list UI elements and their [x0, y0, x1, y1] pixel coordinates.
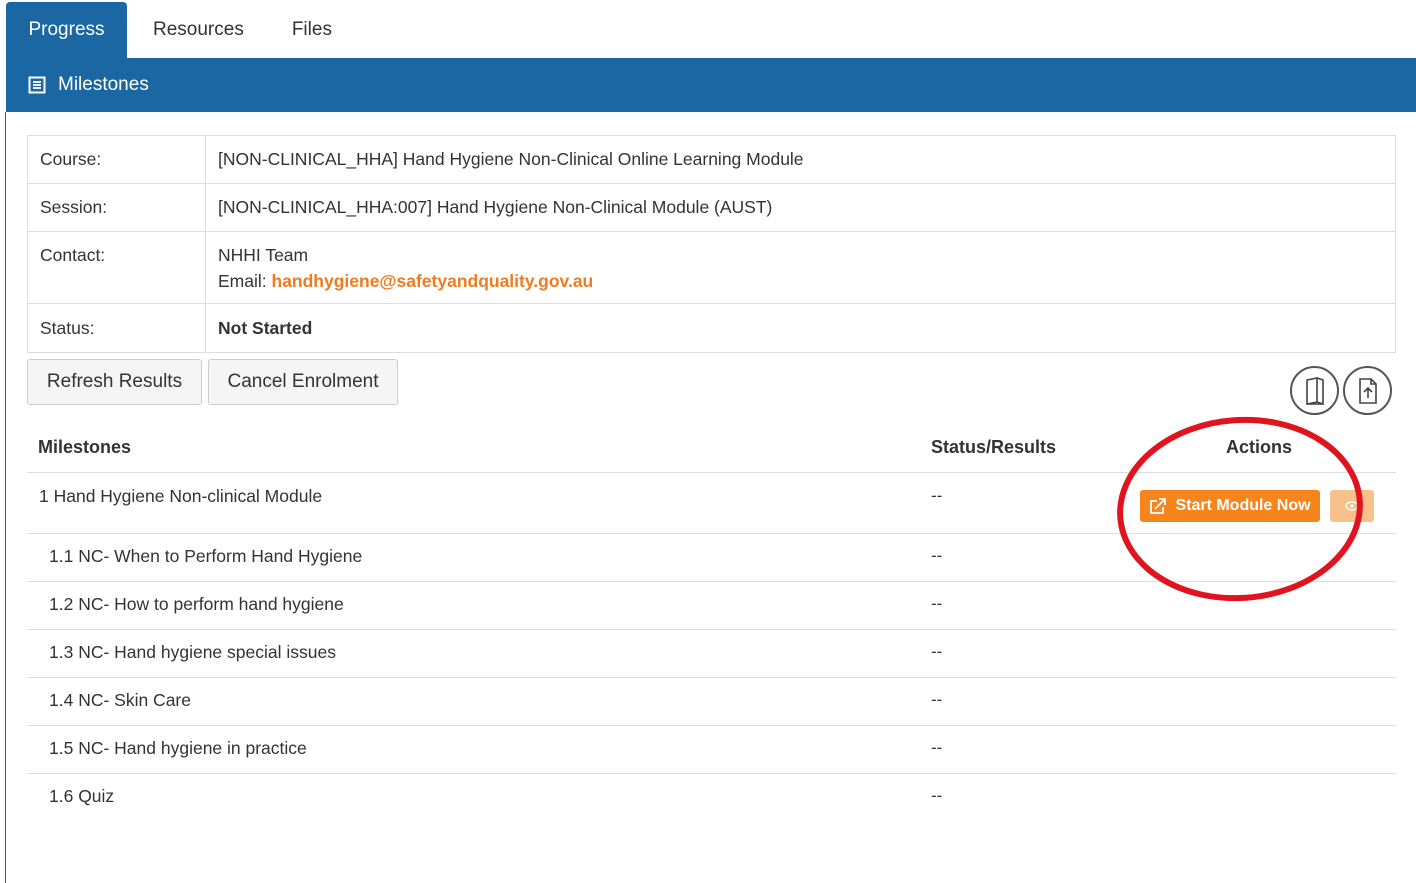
milestone-row-1-3: 1.3 NC- Hand hygiene special issues — [49, 642, 336, 662]
tab-progress[interactable]: Progress — [6, 2, 127, 59]
start-module-label: Start Module Now — [1175, 497, 1311, 514]
list-icon — [28, 76, 46, 94]
refresh-results-button[interactable]: Refresh Results — [27, 359, 202, 405]
milestone-status-1-6: -- — [931, 786, 943, 805]
panel-header: Milestones — [6, 58, 1416, 112]
view-module-button[interactable] — [1330, 490, 1374, 522]
milestone-status-1-1: -- — [931, 546, 943, 565]
milestone-row-1-2: 1.2 NC- How to perform hand hygiene — [49, 594, 344, 614]
session-label: Session: — [27, 183, 206, 232]
status-text: Not Started — [218, 318, 313, 338]
course-label: Course: — [27, 135, 206, 184]
row-divider — [27, 629, 1396, 630]
status-label: Status: — [27, 303, 206, 353]
milestone-status-1-5: -- — [931, 738, 943, 757]
row-divider — [27, 533, 1396, 534]
milestone-row-1: 1 Hand Hygiene Non-clinical Module — [39, 486, 323, 506]
email-link[interactable]: handhygiene@safetyandquality.gov.au — [272, 271, 594, 291]
row-divider — [27, 581, 1396, 582]
tab-bar: Progress Resources Files — [6, 2, 332, 59]
contact-value: NHHI Team Email: handhygiene@safetyandqu… — [205, 231, 1396, 304]
start-module-button[interactable]: Start Module Now — [1140, 490, 1320, 522]
external-link-icon — [1150, 498, 1167, 514]
panel-title: Milestones — [58, 74, 149, 95]
milestone-row-1-5: 1.5 NC- Hand hygiene in practice — [49, 738, 307, 758]
status-results-header: Status/Results — [931, 437, 1057, 457]
contact-email-line: Email: handhygiene@safetyandquality.gov.… — [218, 268, 1383, 294]
upload-button[interactable] — [1343, 366, 1392, 415]
tab-files[interactable]: Files — [292, 2, 332, 59]
course-info-table: Course: [NON-CLINICAL_HHA] Hand Hygiene … — [27, 135, 1396, 353]
milestone-status-1-4: -- — [931, 690, 943, 709]
eye-icon — [1345, 501, 1359, 511]
contact-label: Contact: — [27, 231, 206, 304]
milestone-status-1: -- — [931, 486, 943, 505]
cancel-enrolment-button[interactable]: Cancel Enrolment — [208, 359, 398, 405]
row-divider — [27, 472, 1396, 473]
contact-name: NHHI Team — [218, 245, 309, 265]
tab-resources[interactable]: Resources — [153, 2, 244, 59]
session-value: [NON-CLINICAL_HHA:007] Hand Hygiene Non-… — [205, 183, 1396, 232]
milestones-header: Milestones — [38, 437, 132, 457]
email-label: Email: — [218, 271, 267, 291]
status-value: Not Started — [205, 303, 1396, 353]
row-divider — [27, 725, 1396, 726]
milestone-status-1-3: -- — [931, 642, 943, 661]
book-icon — [1305, 376, 1324, 405]
milestone-row-1-6: 1.6 Quiz — [49, 786, 115, 806]
milestone-row-1-1: 1.1 NC- When to Perform Hand Hygiene — [49, 546, 363, 566]
row-divider — [27, 677, 1396, 678]
milestone-row-1-4: 1.4 NC- Skin Care — [49, 690, 191, 710]
row-divider — [27, 773, 1396, 774]
book-button[interactable] — [1290, 366, 1339, 415]
course-value: [NON-CLINICAL_HHA] Hand Hygiene Non-Clin… — [205, 135, 1396, 184]
milestone-status-1-2: -- — [931, 594, 943, 613]
upload-icon — [1358, 377, 1377, 404]
actions-header: Actions — [1226, 437, 1293, 457]
